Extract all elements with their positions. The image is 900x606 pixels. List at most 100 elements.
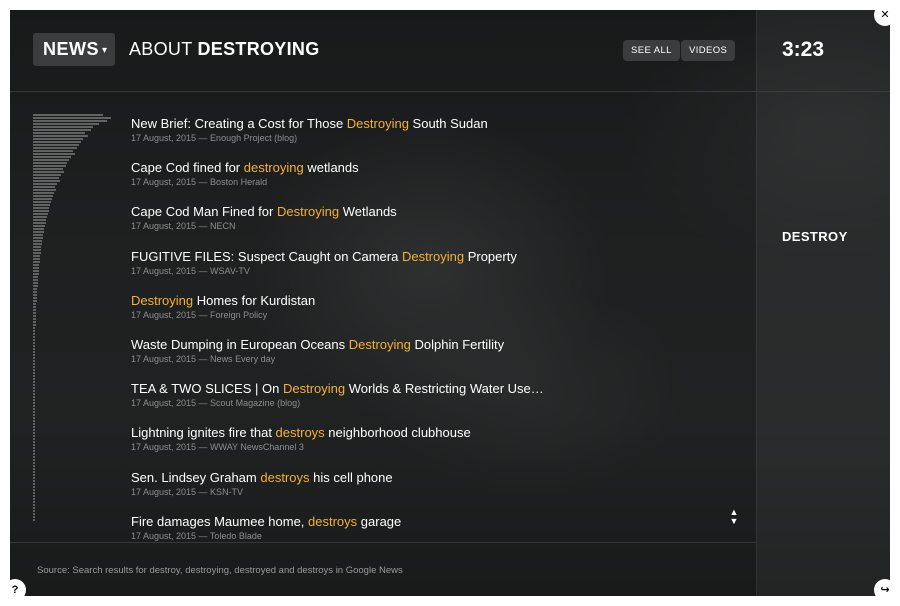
histogram-bar xyxy=(33,459,35,461)
article-item[interactable]: Destroying Homes for Kurdistan 17 August,… xyxy=(131,292,731,336)
histogram-bar xyxy=(33,501,35,503)
histogram-bar xyxy=(33,417,35,419)
histogram-bar xyxy=(33,297,37,299)
article-title[interactable]: Fire damages Maumee home, destroys garag… xyxy=(131,513,731,530)
histogram-bar xyxy=(33,387,35,389)
side-word-label[interactable]: DESTROY xyxy=(782,229,848,244)
histogram-bar xyxy=(33,351,35,353)
histogram-bar xyxy=(33,189,56,191)
histogram-bar xyxy=(33,480,35,482)
keyword-highlight: destroys xyxy=(308,513,358,529)
histogram-bar xyxy=(33,162,67,164)
article-meta: 17 August, 2015 — WSAV-TV xyxy=(131,265,250,276)
see-all-button[interactable]: SEE ALL xyxy=(623,40,680,61)
article-item[interactable]: TEA & TWO SLICES | On Destroying Worlds … xyxy=(131,380,731,424)
title-text: Waste Dumping in European Oceans xyxy=(131,336,349,352)
article-item[interactable]: Cape Cod fined for destroying wetlands 17… xyxy=(131,159,731,203)
histogram-bar xyxy=(33,231,44,233)
histogram-bar xyxy=(33,114,103,116)
article-title[interactable]: New Brief: Creating a Cost for Those Des… xyxy=(131,115,731,132)
title-text: neighborhood clubhouse xyxy=(324,425,471,441)
article-title[interactable]: Lightning ignites fire that destroys nei… xyxy=(131,424,731,441)
histogram-bar xyxy=(33,258,40,260)
histogram-bar xyxy=(33,141,81,143)
histogram-bar xyxy=(33,453,35,455)
title-text: wetlands xyxy=(303,160,359,176)
histogram-bar xyxy=(33,504,35,506)
histogram-bar xyxy=(33,309,36,311)
side-column xyxy=(756,10,890,596)
article-item[interactable]: Cape Cod Man Fined for Destroying Wetlan… xyxy=(131,203,731,247)
keyword-highlight: Destroying xyxy=(401,248,465,264)
article-title[interactable]: TEA & TWO SLICES | On Destroying Worlds … xyxy=(131,380,731,397)
histogram-bar xyxy=(33,441,35,443)
histogram-bar xyxy=(33,348,35,350)
histogram-bar xyxy=(33,468,35,470)
help-icon[interactable]: ? xyxy=(4,579,26,601)
article-title[interactable]: Cape Cod fined for destroying wetlands xyxy=(131,159,731,176)
histogram-bar xyxy=(33,447,35,449)
keyword-highlight: Destroying xyxy=(348,336,411,352)
article-title[interactable]: Cape Cod Man Fined for Destroying Wetlan… xyxy=(131,203,731,220)
histogram-bar xyxy=(33,219,46,221)
share-icon[interactable]: ↪ xyxy=(874,579,896,601)
article-item[interactable]: New Brief: Creating a Cost for Those Des… xyxy=(131,115,731,159)
histogram-bar xyxy=(33,183,57,185)
news-dropdown-button[interactable]: NEWS ▾ xyxy=(33,33,115,66)
article-title[interactable]: Destroying Homes for Kurdistan xyxy=(131,292,731,309)
histogram-bar xyxy=(33,150,73,152)
histogram-bar xyxy=(33,282,38,284)
article-title[interactable]: Sen. Lindsey Graham destroys his cell ph… xyxy=(131,469,731,486)
close-icon[interactable]: ✕ xyxy=(874,4,896,26)
histogram-bar xyxy=(33,255,40,257)
article-item[interactable]: Sen. Lindsey Graham destroys his cell ph… xyxy=(131,469,731,513)
histogram-bar xyxy=(33,360,35,362)
scroll-control[interactable]: ▲ ▼ xyxy=(728,508,740,526)
histogram-bar xyxy=(33,390,35,392)
title-text: Cape Cod fined for xyxy=(131,160,244,176)
histogram-bar xyxy=(33,438,35,440)
histogram-bar xyxy=(33,318,36,320)
side-divider xyxy=(757,91,890,92)
scroll-down-icon[interactable]: ▼ xyxy=(728,517,740,526)
histogram-bar xyxy=(33,495,35,497)
histogram-bar xyxy=(33,384,35,386)
footer-divider xyxy=(10,542,756,543)
histogram-bar xyxy=(33,303,36,305)
histogram-bar xyxy=(33,240,42,242)
about-prefix: ABOUT xyxy=(129,39,193,59)
histogram-bar xyxy=(33,198,52,200)
histogram-bar xyxy=(33,432,35,434)
histogram-bar xyxy=(33,147,77,149)
article-item[interactable]: FUGITIVE FILES: Suspect Caught on Camera… xyxy=(131,248,731,292)
title-text: South Sudan xyxy=(408,116,488,131)
keyword-highlight: Destroying xyxy=(131,292,194,308)
histogram-bar xyxy=(33,129,91,131)
news-panel: NEWS ▾ ABOUT DESTROYING SEE ALL VIDEOS Ne… xyxy=(10,10,890,596)
videos-button[interactable]: VIDEOS xyxy=(681,40,736,61)
title-text: TEA & TWO SLICES | On xyxy=(131,381,283,397)
histogram-bar xyxy=(33,369,35,371)
histogram-bar xyxy=(33,477,35,479)
article-title[interactable]: Waste Dumping in European Oceans Destroy… xyxy=(131,336,731,353)
article-item[interactable]: Waste Dumping in European Oceans Destroy… xyxy=(131,336,731,380)
histogram-bar xyxy=(33,435,35,437)
histogram-bar xyxy=(33,336,35,338)
keyword-highlight: Destroying xyxy=(346,116,409,131)
histogram-bar xyxy=(33,474,35,476)
article-title[interactable]: FUGITIVE FILES: Suspect Caught on Camera… xyxy=(131,248,731,265)
histogram-bar xyxy=(33,408,35,410)
histogram-bar xyxy=(33,492,35,494)
title-text: FUGITIVE FILES: Suspect Caught on Camera xyxy=(131,248,402,264)
article-item[interactable]: Fire damages Maumee home, destroys garag… xyxy=(131,513,731,557)
histogram-bar xyxy=(33,381,35,383)
histogram-bar xyxy=(33,465,35,467)
title-text: Sen. Lindsey Graham xyxy=(131,469,261,485)
histogram-bar xyxy=(33,270,39,272)
article-item[interactable]: Lightning ignites fire that destroys nei… xyxy=(131,424,731,468)
title-text: garage xyxy=(357,513,402,529)
chevron-down-icon: ▾ xyxy=(102,44,108,56)
histogram-bar xyxy=(33,276,38,278)
histogram-bar xyxy=(33,312,36,314)
histogram-bar xyxy=(33,174,61,176)
